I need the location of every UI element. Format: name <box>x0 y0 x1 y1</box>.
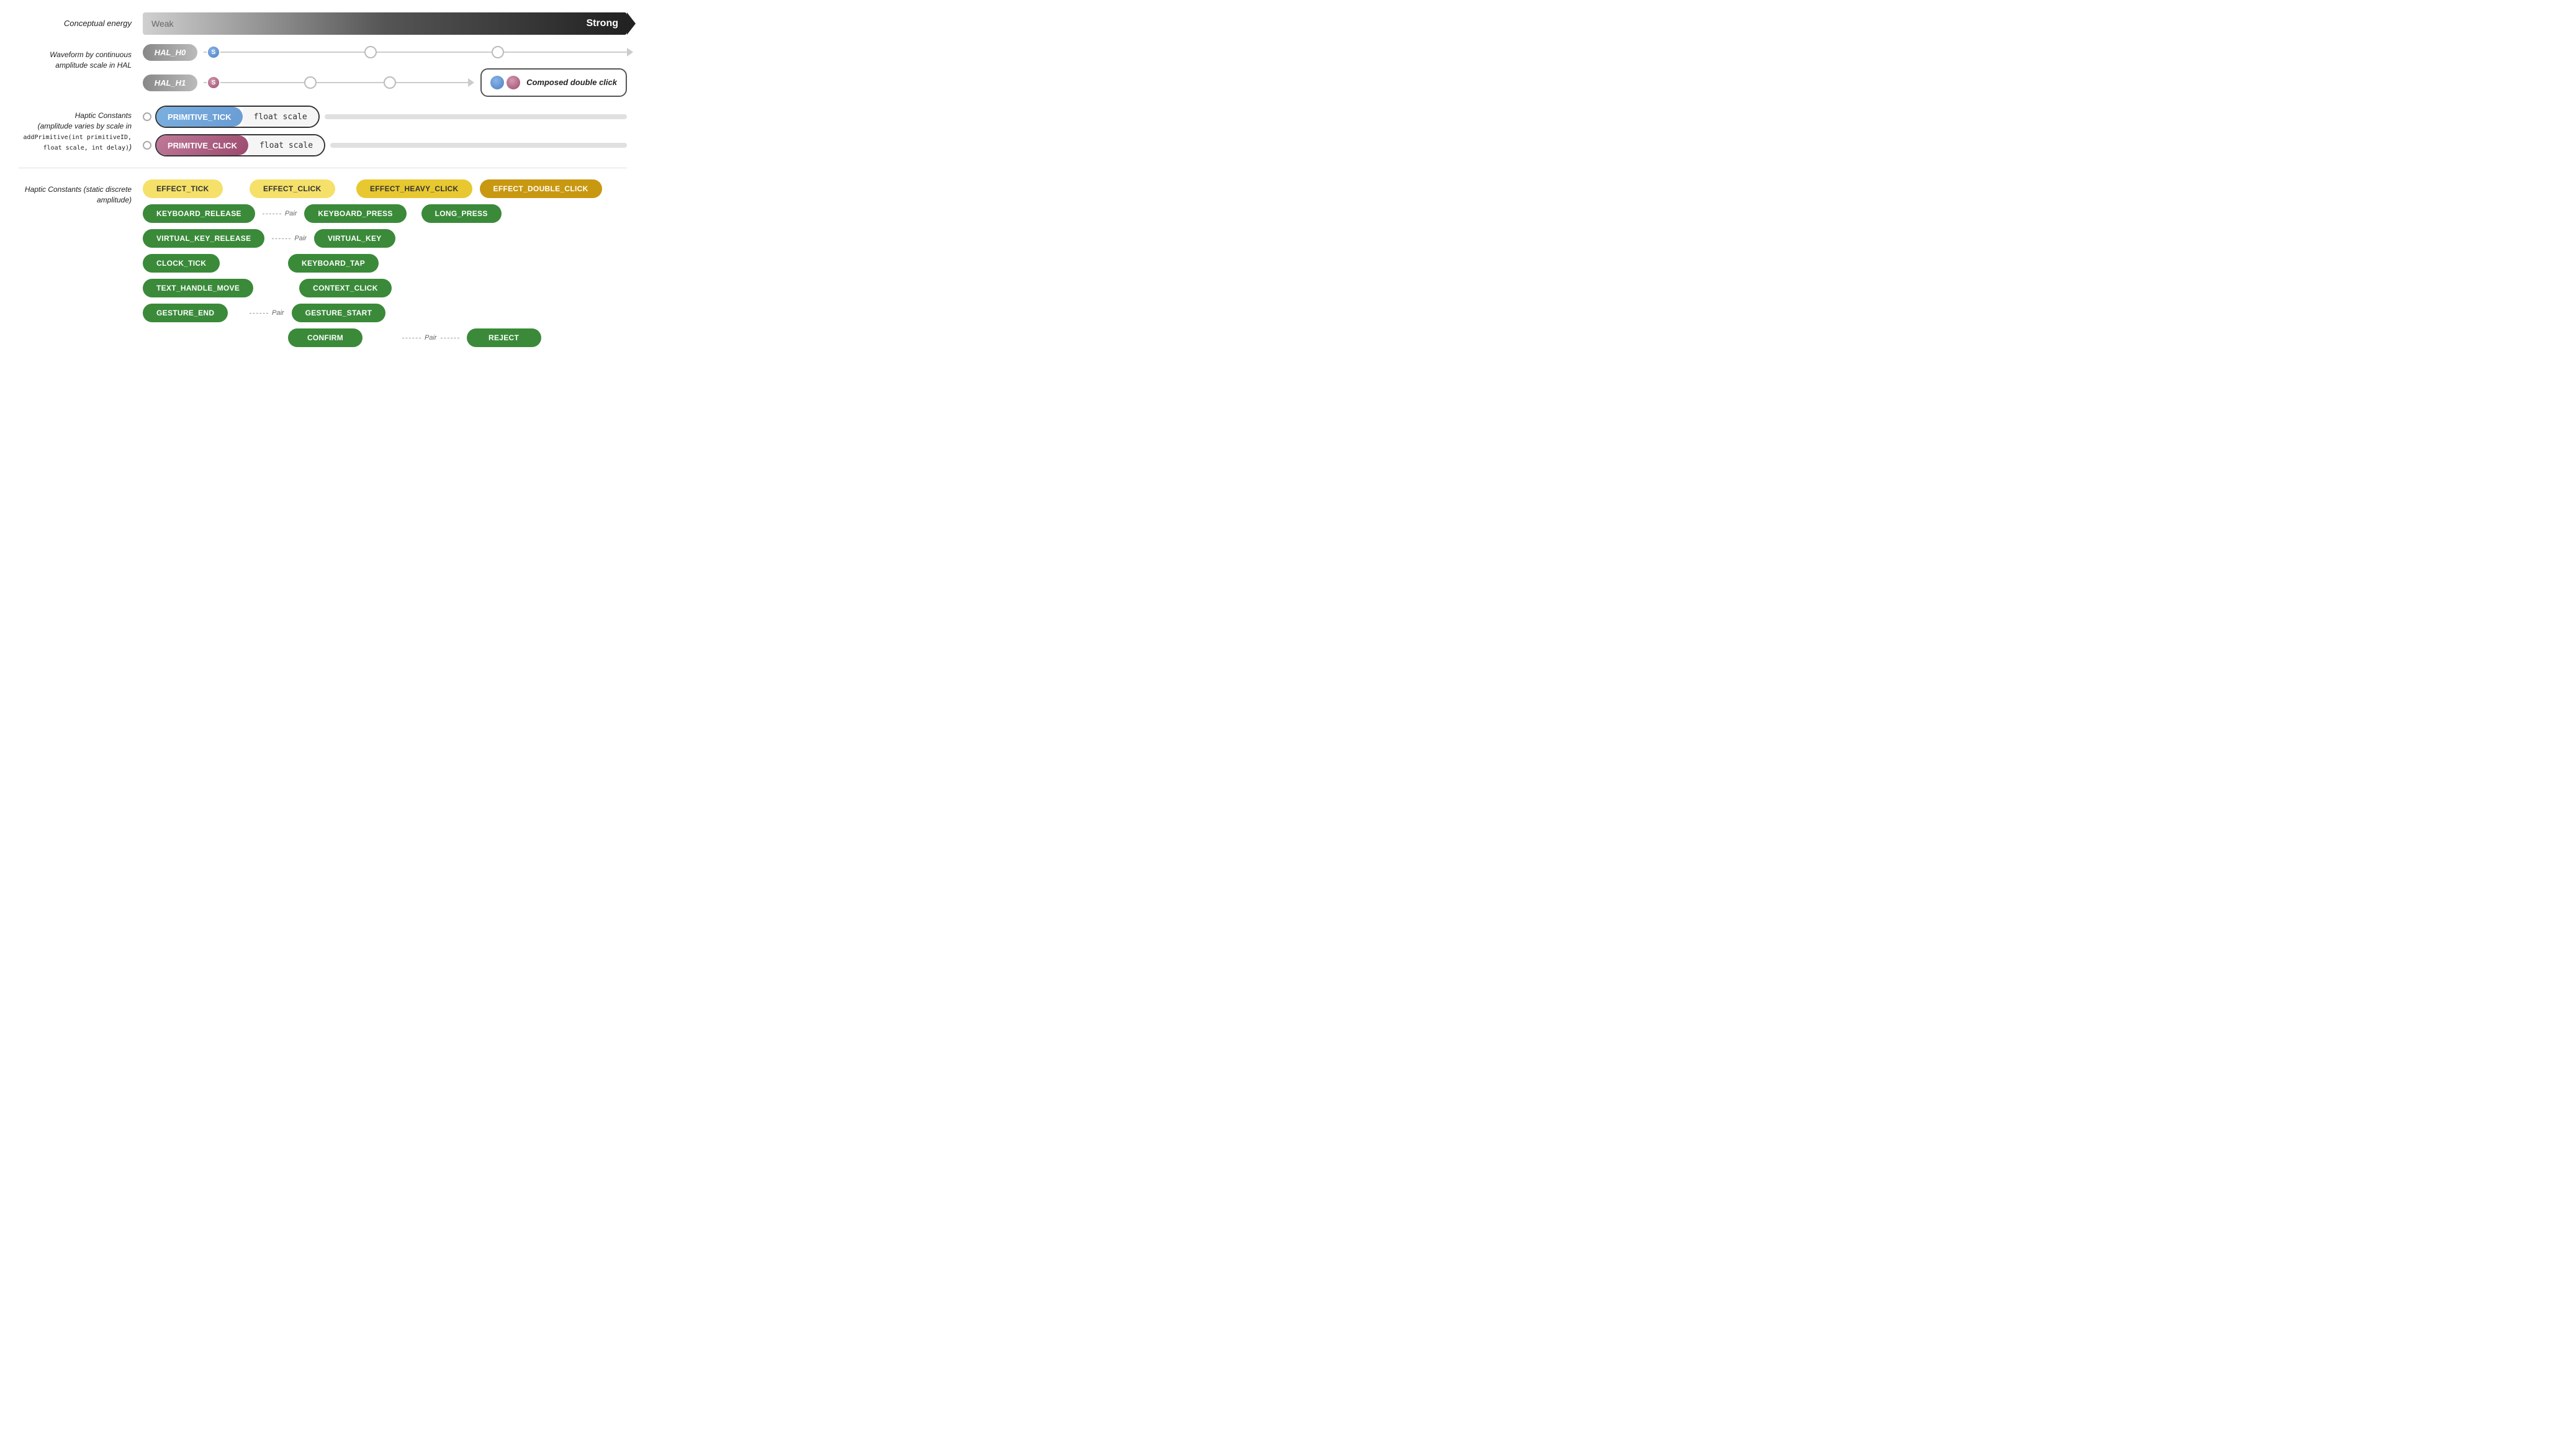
haptic-scale-section: Haptic Constants (amplitude varies by sc… <box>19 106 627 168</box>
context-click-pill[interactable]: CONTEXT_CLICK <box>299 279 392 297</box>
pair-label-3: Pair <box>272 309 284 317</box>
primitive-tick-track <box>325 114 627 119</box>
effect-tick-pill[interactable]: EFFECT_TICK <box>143 179 223 198</box>
primitive-tick-pill: PRIMITIVE_TICK float scale <box>155 106 320 128</box>
confirm-row: CONFIRM Pair REJECT <box>143 328 627 347</box>
weak-label: Weak <box>151 19 174 29</box>
gesture-start-pill[interactable]: GESTURE_START <box>292 304 386 322</box>
hal-h1-badge: HAL_H1 <box>143 75 197 91</box>
keyboard-release-pill[interactable]: KEYBOARD_RELEASE <box>143 204 255 223</box>
conceptual-energy-label: Conceptual energy <box>19 19 143 29</box>
keyboard-row: KEYBOARD_RELEASE Pair KEYBOARD_PRESS LON… <box>143 204 627 223</box>
reject-pill[interactable]: REJECT <box>467 328 541 347</box>
text-handle-move-pill[interactable]: TEXT_HANDLE_MOVE <box>143 279 253 297</box>
gesture-end-pill[interactable]: GESTURE_END <box>143 304 228 322</box>
waveform-section: Waveform by continuous amplitude scale i… <box>19 43 627 97</box>
hal-h0-row: HAL_H0 S <box>143 43 627 61</box>
haptic-scale-label: Haptic Constants (amplitude varies by sc… <box>19 106 143 153</box>
primitive-tick-scale: float scale <box>243 107 318 127</box>
hal-h1-row: HAL_H1 S Composed <box>143 68 627 97</box>
pair-label-1: Pair <box>285 210 297 217</box>
hal-h1-dot-pink: S <box>207 76 220 89</box>
primitive-click-track <box>330 143 627 148</box>
pair-label-2: Pair <box>294 235 307 242</box>
hal-h0-line <box>204 52 627 53</box>
clock-tick-pill[interactable]: CLOCK_TICK <box>143 254 220 273</box>
hal-h1-circle-mid2 <box>384 76 396 89</box>
hal-h0-circle-mid1 <box>364 46 377 58</box>
waveform-content: HAL_H0 S HAL_H1 S <box>143 43 627 97</box>
haptic-discrete-label: Haptic Constants (static discrete amplit… <box>19 179 143 206</box>
haptic-discrete-content: EFFECT_TICK EFFECT_CLICK EFFECT_HEAVY_CL… <box>143 179 627 347</box>
text-handle-row: TEXT_HANDLE_MOVE CONTEXT_CLICK <box>143 279 627 297</box>
keyboard-tap-pill[interactable]: KEYBOARD_TAP <box>288 254 379 273</box>
click-indicator <box>143 141 151 150</box>
hal-h1-circle-mid1 <box>304 76 317 89</box>
hal-h0-badge: HAL_H0 <box>143 44 197 61</box>
primitive-tick-row: PRIMITIVE_TICK float scale <box>143 106 627 128</box>
hal-h1-line <box>204 82 468 83</box>
pair-line-3 <box>250 313 268 314</box>
virtual-key-release-pill[interactable]: VIRTUAL_KEY_RELEASE <box>143 229 264 248</box>
confirm-pill[interactable]: CONFIRM <box>288 328 363 347</box>
haptic-scale-content: PRIMITIVE_TICK float scale PRIMITIVE_CLI… <box>143 106 627 156</box>
hal-h1-track: S <box>204 74 468 91</box>
effect-double-click-pill[interactable]: EFFECT_DOUBLE_CLICK <box>480 179 602 198</box>
pair-label-4: Pair <box>425 334 437 342</box>
gesture-row: GESTURE_END Pair GESTURE_START <box>143 304 627 322</box>
pair-line-2 <box>272 238 290 239</box>
primitive-click-pill: PRIMITIVE_CLICK float scale <box>155 134 325 156</box>
primitive-click-scale: float scale <box>248 135 324 155</box>
primitive-click-row: PRIMITIVE_CLICK float scale <box>143 134 627 156</box>
gradient-bar-container: Weak Strong <box>143 12 627 35</box>
keyboard-press-pill[interactable]: KEYBOARD_PRESS <box>304 204 406 223</box>
effects-row: EFFECT_TICK EFFECT_CLICK EFFECT_HEAVY_CL… <box>143 179 627 198</box>
hal-h0-dot-blue: S <box>207 45 220 59</box>
conceptual-energy-row: Conceptual energy Weak Strong <box>19 12 627 35</box>
hal-h0-circle-mid2 <box>492 46 504 58</box>
clock-row: CLOCK_TICK KEYBOARD_TAP <box>143 254 627 273</box>
virtual-key-row: VIRTUAL_KEY_RELEASE Pair VIRTUAL_KEY <box>143 229 627 248</box>
long-press-pill[interactable]: LONG_PRESS <box>421 204 502 223</box>
strong-label: Strong <box>586 18 618 29</box>
primitive-tick-name: PRIMITIVE_TICK <box>156 107 243 127</box>
primitive-click-name: PRIMITIVE_CLICK <box>156 135 248 155</box>
waveform-label: Waveform by continuous amplitude scale i… <box>19 43 143 71</box>
tick-indicator <box>143 112 151 121</box>
effect-click-pill[interactable]: EFFECT_CLICK <box>250 179 335 198</box>
effect-heavy-click-pill[interactable]: EFFECT_HEAVY_CLICK <box>356 179 472 198</box>
haptic-discrete-section: Haptic Constants (static discrete amplit… <box>19 179 627 347</box>
virtual-key-pill[interactable]: VIRTUAL_KEY <box>314 229 395 248</box>
composed-label: Composed double click <box>526 78 617 88</box>
gradient-bar: Weak Strong <box>143 12 627 35</box>
callout-dot-pink <box>507 76 520 89</box>
callout-dots <box>490 76 520 89</box>
hal-h0-track: S <box>204 43 627 61</box>
callout-dot-blue <box>490 76 504 89</box>
